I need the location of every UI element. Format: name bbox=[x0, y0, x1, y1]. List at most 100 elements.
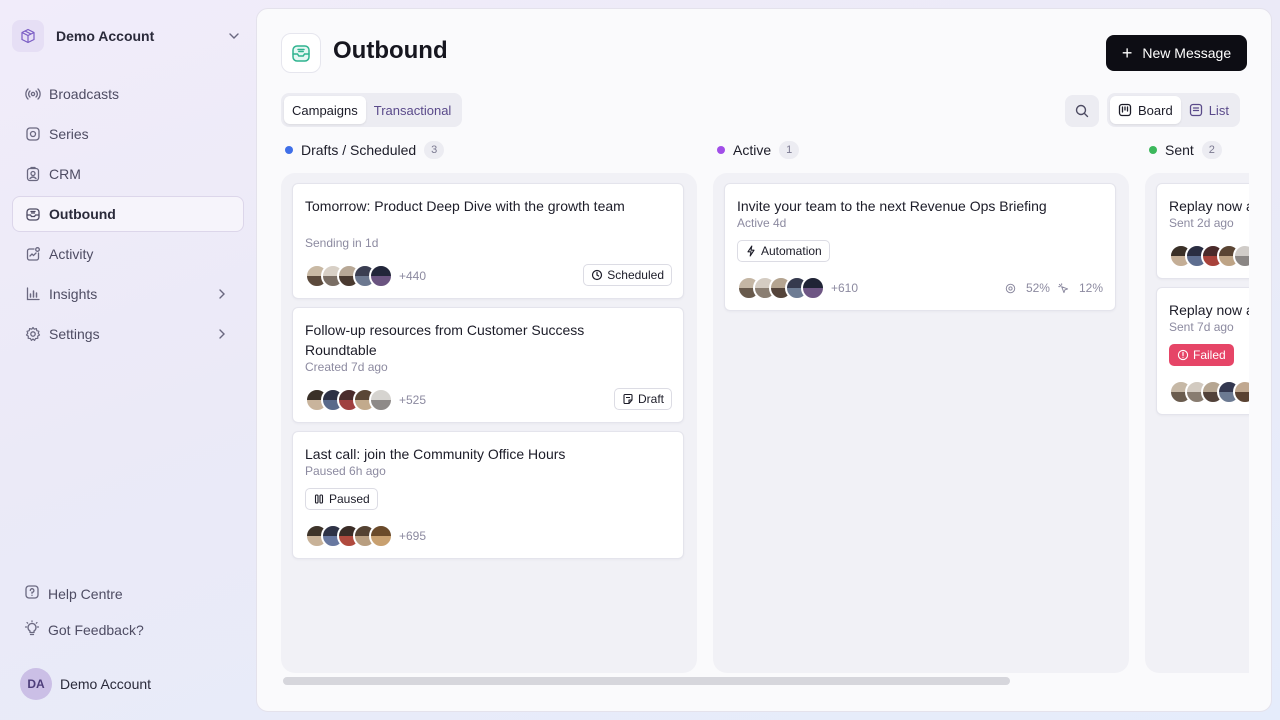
account-name: Demo Account bbox=[56, 28, 155, 44]
lightbulb-icon bbox=[24, 619, 40, 641]
board-label: Board bbox=[1138, 102, 1173, 118]
sidebar-item-label: Outbound bbox=[49, 206, 116, 222]
column-title: Sent bbox=[1165, 142, 1194, 158]
view-toggle: Board List bbox=[1107, 93, 1240, 127]
campaign-card[interactable]: Replay now a Sent 7d ago Failed bbox=[1156, 287, 1249, 415]
card-subtitle: Sending in 1d bbox=[305, 236, 379, 250]
column-count-badge: 3 bbox=[424, 141, 445, 159]
status-dot bbox=[285, 146, 293, 154]
plus-icon: + bbox=[1121, 43, 1133, 63]
card-subtitle: Active 4d bbox=[737, 216, 787, 230]
card-title: Tomorrow: Product Deep Dive with the gro… bbox=[305, 198, 625, 214]
clock-icon bbox=[592, 269, 603, 281]
board-view-button[interactable]: Board bbox=[1110, 96, 1181, 124]
column-title: Active bbox=[733, 142, 772, 158]
new-message-button[interactable]: + New Message bbox=[1106, 35, 1247, 71]
status-label: Draft bbox=[637, 392, 664, 406]
card-subtitle: Sent 7d ago bbox=[1169, 320, 1234, 334]
page-title: Outbound bbox=[333, 37, 448, 64]
card-title: Follow-up resources from Customer Succes… bbox=[305, 322, 585, 358]
column-title: Drafts / Scheduled bbox=[301, 142, 417, 158]
recipient-avatars bbox=[1169, 380, 1249, 404]
sidebar-item-series[interactable]: Series bbox=[12, 116, 244, 152]
card-title: Last call: join the Community Office Hou… bbox=[305, 446, 566, 462]
recipient-count: +610 bbox=[831, 281, 859, 295]
broadcast-icon bbox=[25, 86, 41, 102]
outbound-page-icon bbox=[281, 33, 321, 73]
avatar bbox=[369, 388, 393, 412]
eye-icon bbox=[1005, 283, 1016, 293]
campaign-card[interactable]: Follow-up resources from Customer Succes… bbox=[292, 307, 684, 423]
sidebar-item-crm[interactable]: CRM bbox=[12, 156, 244, 192]
insights-icon bbox=[25, 286, 41, 302]
lightning-icon bbox=[747, 245, 755, 257]
recipient-avatars bbox=[1169, 244, 1249, 268]
chevron-down-icon bbox=[229, 33, 239, 39]
column-lane: Invite your team to the next Revenue Ops… bbox=[713, 173, 1129, 673]
account-switcher[interactable]: Demo Account bbox=[12, 20, 246, 52]
tab-campaigns[interactable]: Campaigns bbox=[284, 96, 366, 124]
outbound-icon bbox=[25, 206, 41, 222]
sidebar-item-label: Settings bbox=[49, 326, 100, 342]
open-rate: 52% bbox=[1005, 281, 1050, 295]
avatar bbox=[369, 264, 393, 288]
horizontal-scrollbar[interactable] bbox=[283, 677, 1010, 685]
avatar bbox=[369, 524, 393, 548]
list-label: List bbox=[1208, 102, 1229, 118]
search-button[interactable] bbox=[1065, 95, 1099, 127]
sidebar: Demo Account Broadcasts Series CRM Outbo… bbox=[0, 0, 256, 720]
main-panel: Outbound + New Message Campaigns Transac… bbox=[256, 8, 1272, 712]
list-view-button[interactable]: List bbox=[1181, 96, 1237, 124]
series-icon bbox=[25, 126, 41, 142]
avatar: DA bbox=[20, 668, 52, 700]
status-badge: Draft bbox=[613, 388, 672, 410]
sidebar-item-activity[interactable]: Activity bbox=[12, 236, 244, 272]
cursor-click-icon bbox=[1058, 282, 1069, 293]
status-label: Scheduled bbox=[607, 268, 664, 282]
sidebar-item-broadcasts[interactable]: Broadcasts bbox=[12, 76, 244, 112]
feedback-link[interactable]: Got Feedback? bbox=[12, 614, 244, 646]
account-logo-icon bbox=[12, 20, 44, 52]
campaign-card[interactable]: Last call: join the Community Office Hou… bbox=[292, 431, 684, 559]
column-count-badge: 1 bbox=[779, 141, 800, 159]
open-rate-value: 52% bbox=[1025, 281, 1050, 295]
user-name: Demo Account bbox=[60, 676, 152, 692]
chevron-right-icon bbox=[219, 289, 225, 299]
column-drafts-scheduled: Drafts / Scheduled 3 Tomorrow: Product D… bbox=[281, 137, 697, 673]
kanban-board: Drafts / Scheduled 3 Tomorrow: Product D… bbox=[281, 137, 1249, 677]
sidebar-item-outbound[interactable]: Outbound bbox=[12, 196, 244, 232]
status-dot bbox=[717, 146, 725, 154]
card-subtitle: Sent 2d ago bbox=[1169, 216, 1234, 230]
search-icon bbox=[1075, 104, 1089, 118]
column-lane: Replay now a Sent 2d ago Replay now a Se… bbox=[1145, 173, 1249, 673]
help-centre-link[interactable]: Help Centre bbox=[12, 578, 244, 610]
campaign-card[interactable]: Replay now a Sent 2d ago bbox=[1156, 183, 1249, 279]
board-icon bbox=[1118, 103, 1132, 117]
list-icon bbox=[1189, 103, 1202, 117]
status-badge: Scheduled bbox=[583, 264, 672, 286]
click-rate: 12% bbox=[1058, 281, 1103, 295]
draft-icon bbox=[623, 393, 633, 405]
column-header: Sent 2 bbox=[1145, 137, 1249, 163]
card-title: Invite your team to the next Revenue Ops… bbox=[737, 198, 1047, 214]
recipient-avatars: +610 bbox=[737, 276, 858, 300]
gear-icon bbox=[25, 326, 41, 342]
help-icon bbox=[24, 584, 40, 605]
sidebar-item-label: CRM bbox=[49, 166, 81, 182]
status-badge: Paused bbox=[305, 488, 378, 510]
card-subtitle: Created 7d ago bbox=[305, 360, 388, 374]
campaign-card[interactable]: Tomorrow: Product Deep Dive with the gro… bbox=[292, 183, 684, 299]
user-profile[interactable]: DA Demo Account bbox=[20, 668, 151, 700]
campaign-type-tabs: Campaigns Transactional bbox=[281, 93, 463, 127]
recipient-avatars: +695 bbox=[305, 524, 426, 548]
campaign-stats: 52% 12% bbox=[997, 281, 1103, 295]
automation-badge: Automation bbox=[737, 240, 830, 262]
sidebar-item-insights[interactable]: Insights bbox=[12, 276, 244, 312]
campaign-card[interactable]: Invite your team to the next Revenue Ops… bbox=[724, 183, 1116, 311]
tab-transactional[interactable]: Transactional bbox=[366, 96, 460, 124]
automation-label: Automation bbox=[761, 244, 822, 258]
status-label: Failed bbox=[1193, 348, 1226, 362]
card-subtitle: Paused 6h ago bbox=[305, 464, 386, 478]
sidebar-item-label: Insights bbox=[49, 286, 98, 302]
sidebar-item-settings[interactable]: Settings bbox=[12, 316, 244, 352]
